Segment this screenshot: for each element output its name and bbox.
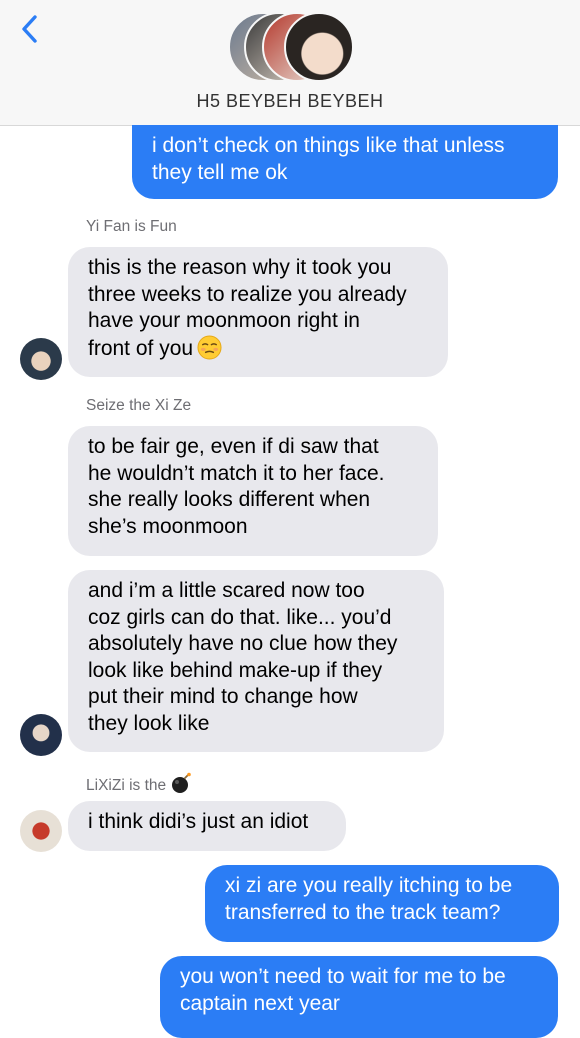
sent-message-bubble[interactable]: you won’t need to wait for me to be capt… [160,956,558,1038]
sender-avatar[interactable] [20,810,62,852]
bomb-emoji-icon [172,772,191,793]
received-message-bubble[interactable]: i think didi’s just an idiot [68,801,346,851]
unamused-face-emoji-icon [197,334,222,360]
sender-name: Yi Fan is Fun [86,218,177,235]
message-text: this is the reason why it took you three… [88,256,407,360]
sender-avatar[interactable] [20,338,62,380]
sent-message-bubble[interactable]: xi zi are you really itching to be trans… [205,865,559,942]
sender-name-text: LiXiZi is the [86,777,167,794]
chevron-left-icon [22,15,37,43]
sender-name: LiXiZi is the [86,772,192,795]
received-message-bubble[interactable]: to be fair ge, even if di saw that he wo… [68,426,438,556]
conversation-header: H5 BEYBEH BEYBEH [0,0,580,126]
back-button[interactable] [14,12,44,46]
received-message-bubble[interactable]: and i’m a little scared now too coz girl… [68,570,444,752]
received-message-bubble[interactable]: this is the reason why it took you three… [68,247,448,377]
conversation-title[interactable]: H5 BEYBEH BEYBEH [0,91,580,112]
sent-message-bubble[interactable]: i don’t check on things like that unless… [132,125,558,199]
sender-avatar[interactable] [20,714,62,756]
group-member-avatar [284,12,354,82]
sender-name: Seize the Xi Ze [86,397,192,414]
group-avatar-stack[interactable] [228,12,358,82]
